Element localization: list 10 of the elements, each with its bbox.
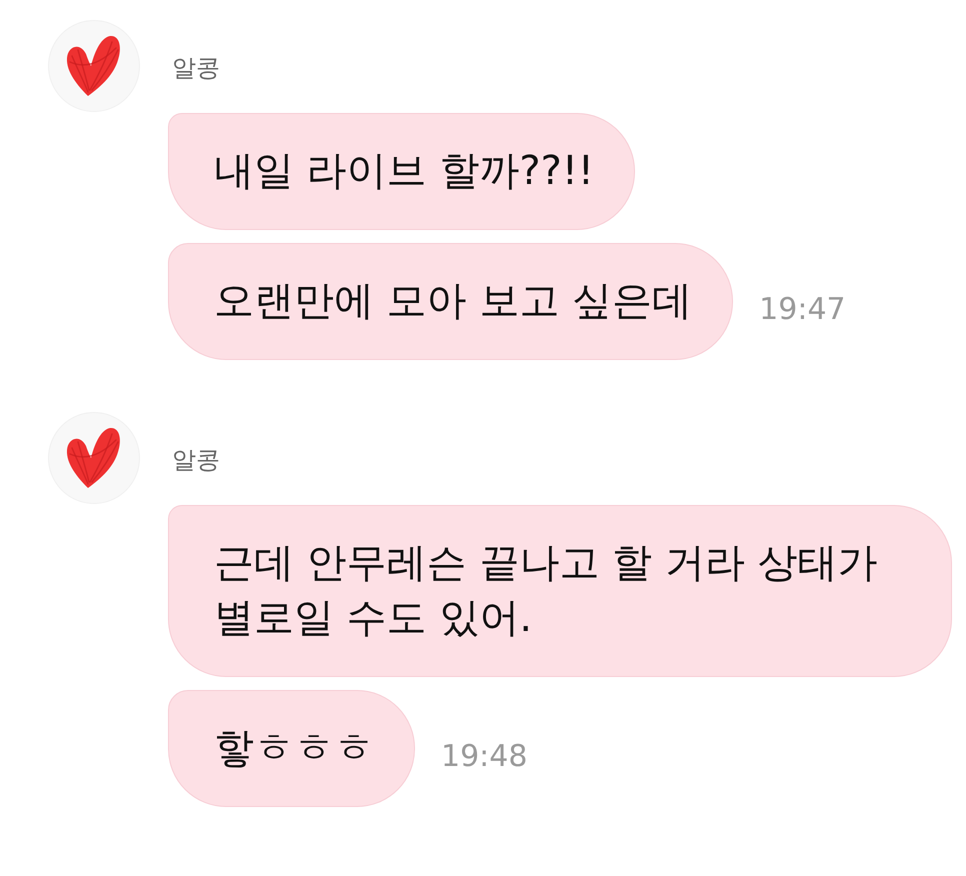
sender-name: 알콩	[172, 54, 220, 83]
heart-avatar-icon[interactable]	[48, 412, 140, 504]
message-bubble[interactable]: 오랜만에 모아 보고 싶은데	[168, 243, 734, 360]
heart-avatar-icon[interactable]	[48, 20, 140, 112]
message-bubble[interactable]: 내일 라이브 할까??!!	[168, 113, 635, 230]
message-bubble[interactable]: 근데 안무레슨 끝나고 할 거라 상태가 별로일 수도 있어.	[168, 505, 952, 677]
message-bubble[interactable]: 핳ㅎㅎㅎ	[168, 690, 415, 807]
sender-name: 알콩	[172, 446, 220, 475]
message-time: 19:47	[759, 293, 846, 326]
message-time: 19:48	[441, 740, 528, 773]
